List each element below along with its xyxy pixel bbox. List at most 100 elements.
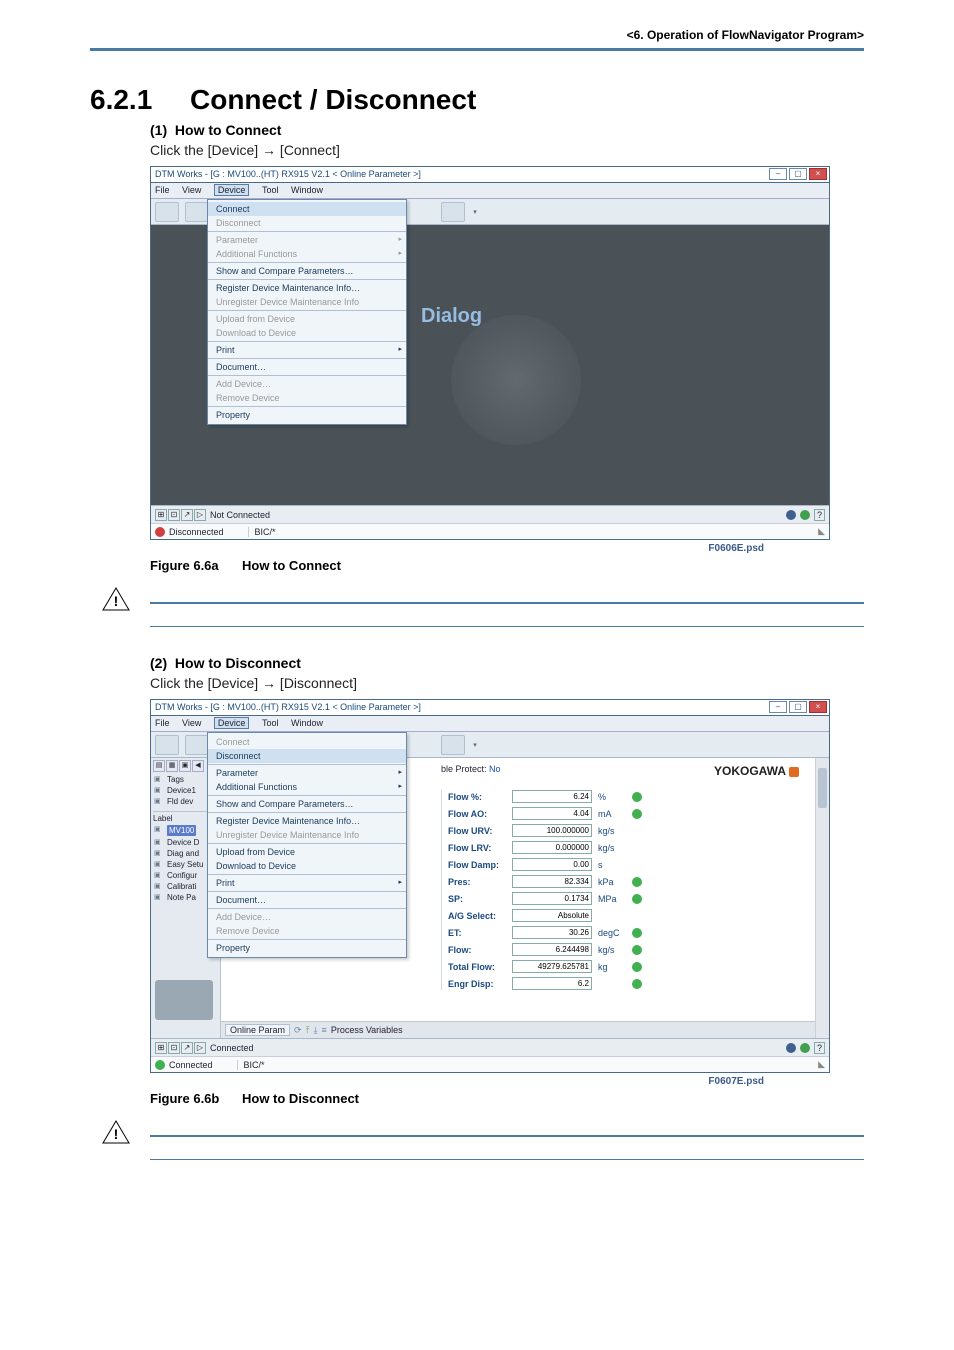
field-label-4: Flow Damp: — [448, 860, 506, 870]
field-label-0: Flow %: — [448, 792, 506, 802]
connected-indicator-icon — [155, 1060, 165, 1070]
menu-item-document-2[interactable]: Document… — [208, 893, 406, 907]
field-unit-6: MPa — [598, 894, 626, 904]
field-input-0[interactable] — [512, 790, 592, 803]
status-icon-c: ↗ — [181, 509, 193, 521]
toolbar-icon-2b[interactable] — [185, 735, 209, 755]
menu-item-upload: Upload from Device — [208, 312, 406, 326]
menu-view[interactable]: View — [182, 185, 201, 195]
menu-window[interactable]: Window — [291, 185, 323, 195]
menu-item-register-2[interactable]: Register Device Maintenance Info… — [208, 814, 406, 828]
field-input-7[interactable] — [512, 909, 592, 922]
status-right-icon2-2 — [800, 1043, 810, 1053]
figure-2-caption: Figure 6.6bHow to Disconnect — [150, 1091, 864, 1106]
status-brc-text: BIC/* — [248, 527, 388, 537]
menu-view-2[interactable]: View — [182, 718, 201, 728]
toolbar-dropdown-icon-2[interactable]: ▾ — [471, 741, 479, 749]
menu-item-property[interactable]: Property — [208, 408, 406, 422]
field-indicator-9 — [632, 945, 642, 955]
dialog-text: Dialog — [421, 305, 482, 328]
menu-item-parameter-2[interactable]: Parameter — [208, 766, 406, 780]
menu-item-remove-device-2: Remove Device — [208, 924, 406, 938]
menu-item-disconnect: Disconnect — [208, 216, 406, 230]
menubar-2: File View Device Tool Window — [151, 716, 829, 732]
menu-item-property-2[interactable]: Property — [208, 941, 406, 955]
field-row-2: Flow URV:kg/s — [448, 824, 805, 837]
footer-icon-2[interactable]: ⤒ — [306, 1025, 310, 1036]
field-row-3: Flow LRV:kg/s — [448, 841, 805, 854]
toolbar-icon-3[interactable] — [441, 202, 465, 222]
menu-item-print-2[interactable]: Print — [208, 876, 406, 890]
disconnected-indicator-icon — [155, 527, 165, 537]
tree-tool-1[interactable]: ▤ — [153, 760, 165, 772]
menu-item-show-compare[interactable]: Show and Compare Parameters… — [208, 264, 406, 278]
menu-item-upload-2[interactable]: Upload from Device — [208, 845, 406, 859]
maximize-button[interactable]: ▢ — [789, 168, 807, 180]
field-input-8[interactable] — [512, 926, 592, 939]
device-thumbnail — [155, 980, 213, 1020]
menu-item-disconnect-2[interactable]: Disconnect — [208, 749, 406, 763]
field-row-4: Flow Damp:s — [448, 858, 805, 871]
field-input-11[interactable] — [512, 977, 592, 990]
status-brc-text-2: BIC/* — [237, 1060, 377, 1070]
toolbar-icon-1b[interactable] — [155, 735, 179, 755]
subsection-1-title: How to Connect — [175, 122, 282, 138]
tree-tool-4[interactable]: ◀ — [192, 760, 204, 772]
menu-tool-2[interactable]: Tool — [262, 718, 279, 728]
field-label-3: Flow LRV: — [448, 843, 506, 853]
maximize-button-2[interactable]: ▢ — [789, 701, 807, 713]
menu-item-connect[interactable]: Connect — [208, 202, 406, 216]
brand-logo: YOKOGAWA — [714, 764, 799, 778]
status-icon-a: ⊞ — [155, 509, 167, 521]
footer-icon-4[interactable]: ≡ — [322, 1025, 327, 1035]
field-input-9[interactable] — [512, 943, 592, 956]
field-input-6[interactable] — [512, 892, 592, 905]
tree-tool-3[interactable]: ▣ — [179, 760, 191, 772]
menu-file-2[interactable]: File — [155, 718, 170, 728]
close-button[interactable]: × — [809, 168, 827, 180]
help-icon[interactable]: ? — [814, 509, 825, 521]
menu-item-print[interactable]: Print — [208, 343, 406, 357]
toolbar-icon-3b[interactable] — [441, 735, 465, 755]
field-indicator-0 — [632, 792, 642, 802]
menu-item-show-compare-2[interactable]: Show and Compare Parameters… — [208, 797, 406, 811]
field-input-5[interactable] — [512, 875, 592, 888]
menu-item-register[interactable]: Register Device Maintenance Info… — [208, 281, 406, 295]
field-label-10: Total Flow: — [448, 962, 506, 972]
field-input-4[interactable] — [512, 858, 592, 871]
field-row-8: ET:degC — [448, 926, 805, 939]
menu-device-2[interactable]: Device — [214, 717, 250, 729]
subsection-2-num: (2) — [150, 655, 167, 671]
footer-icon-1[interactable]: ⟳ — [294, 1025, 302, 1036]
field-input-2[interactable] — [512, 824, 592, 837]
field-unit-5: kPa — [598, 877, 626, 887]
protect-value: No — [489, 764, 501, 774]
vertical-scrollbar[interactable] — [815, 758, 829, 1038]
minimize-button-2[interactable]: – — [769, 701, 787, 713]
menu-window-2[interactable]: Window — [291, 718, 323, 728]
footer-icon-3[interactable]: ⤓ — [314, 1025, 318, 1036]
tree-tool-2[interactable]: ▦ — [166, 760, 178, 772]
menu-item-additional-functions-2[interactable]: Additional Functions — [208, 780, 406, 794]
device-menu-1: Connect Disconnect Parameter Additional … — [207, 199, 407, 425]
toolbar-icon-1[interactable] — [155, 202, 179, 222]
field-input-3[interactable] — [512, 841, 592, 854]
menu-file[interactable]: File — [155, 185, 170, 195]
toolbar-icon-2[interactable] — [185, 202, 209, 222]
menu-tool[interactable]: Tool — [262, 185, 279, 195]
warn-rule-top-1 — [150, 602, 864, 604]
tab-online-param[interactable]: Online Param — [225, 1024, 290, 1036]
menu-device[interactable]: Device — [214, 184, 250, 196]
minimize-button[interactable]: – — [769, 168, 787, 180]
toolbar-dropdown-icon[interactable]: ▾ — [471, 208, 479, 216]
menu-item-download-2[interactable]: Download to Device — [208, 859, 406, 873]
menu-item-document[interactable]: Document… — [208, 360, 406, 374]
field-label-6: SP: — [448, 894, 506, 904]
field-input-1[interactable] — [512, 807, 592, 820]
close-button-2[interactable]: × — [809, 701, 827, 713]
status-corner-icon-2: ◣ — [818, 1059, 825, 1070]
field-label-7: A/G Select: — [448, 911, 506, 921]
field-input-10[interactable] — [512, 960, 592, 973]
field-label-8: ET: — [448, 928, 506, 938]
help-icon-2[interactable]: ? — [814, 1042, 825, 1054]
